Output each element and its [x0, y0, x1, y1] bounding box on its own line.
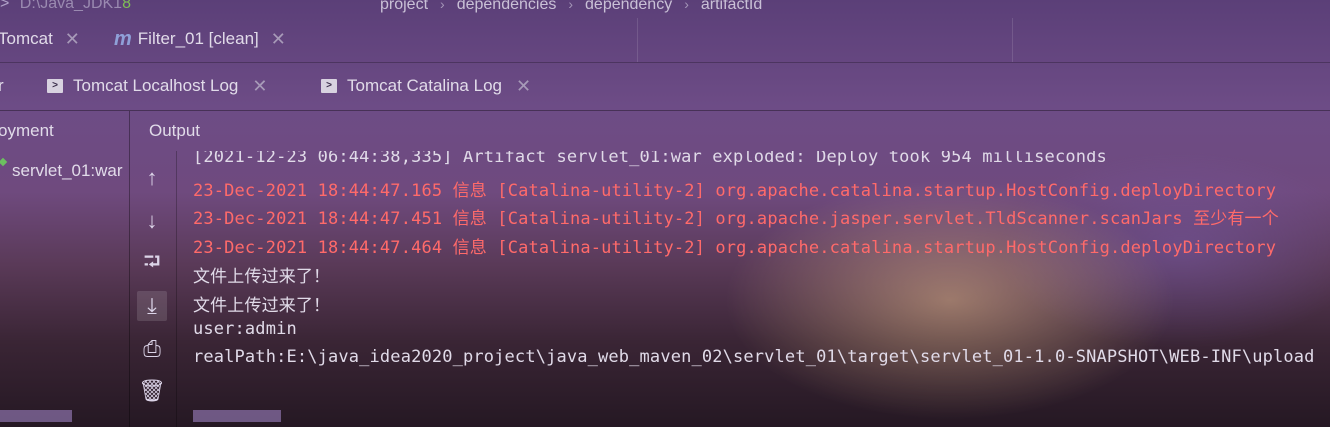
log-line: 23-Dec-2021 18:44:47.165 信息 [Catalina-ut…	[193, 181, 1277, 201]
scroll-up-icon: ↑	[146, 165, 158, 190]
breadcrumb-item-dependencies[interactable]: dependencies	[457, 0, 557, 13]
console-output[interactable]: [2021-12-23 06:44:38,335] Artifact servl…	[176, 151, 1330, 427]
terminal-icon: >	[47, 79, 63, 93]
deployed-status-icon	[0, 157, 8, 167]
log-line: realPath:E:\java_idea2020_project\java_w…	[193, 347, 1315, 367]
log-line: 文件上传过来了！	[193, 296, 331, 316]
breadcrumb-item-artifactid[interactable]: artifactId	[701, 0, 762, 13]
close-icon[interactable]: ✕	[271, 29, 286, 50]
divider	[1012, 18, 1013, 62]
log-line: 文件上传过来了！	[193, 267, 331, 287]
deployment-item[interactable]: servlet_01:war	[0, 157, 123, 181]
scroll-to-end-button[interactable]: ⤓	[137, 291, 167, 321]
log-line: 23-Dec-2021 18:44:47.451 信息 [Catalina-ut…	[193, 209, 1279, 229]
tab-server[interactable]: r	[0, 62, 4, 110]
maven-icon: m	[114, 27, 132, 50]
log-line: 23-Dec-2021 18:44:47.464 信息 [Catalina-ut…	[193, 238, 1277, 258]
terminal-icon: >	[321, 79, 337, 93]
divider	[637, 18, 638, 62]
tab-label: r	[0, 76, 4, 95]
close-icon[interactable]: ✕	[65, 29, 80, 50]
log-line: user:admin	[193, 319, 297, 339]
close-icon[interactable]: ✕	[252, 76, 267, 97]
tab-tomcat-localhost-log[interactable]: > Tomcat Localhost Log ✕	[47, 62, 267, 110]
tab-filter-01-clean[interactable]: m Filter_01 [clean] ✕	[114, 16, 286, 62]
chevron-right-icon: >	[0, 0, 10, 12]
deployment-title: oyment	[0, 121, 54, 140]
deployment-item-label: servlet_01:war	[12, 161, 123, 180]
project-path[interactable]: > D:\Java_JDK18	[0, 0, 131, 12]
tab-tomcat[interactable]: Tomcat ✕	[0, 16, 80, 62]
breadcrumb-item-dependency[interactable]: dependency	[585, 0, 672, 13]
print-icon: ⎙	[143, 336, 161, 361]
tab-label: Tomcat Catalina Log	[347, 76, 502, 95]
scroll-down-button[interactable]: ↓	[137, 206, 167, 236]
breadcrumb: project › dependencies › dependency › artifact…	[380, 0, 762, 13]
tab-label: Filter_01 [clean]	[137, 29, 259, 48]
breadcrumb-separator: ›	[440, 0, 445, 12]
log-line: [2021-12-23 06:44:38,335] Artifact servl…	[193, 151, 1107, 167]
output-pane: Output ↑ ↓ ⮒ ⤓ ⎙ 🗑 [2021-12-23 06:44:38,…	[130, 111, 1330, 427]
console-toolbar: ↑ ↓ ⮒ ⤓ ⎙ 🗑	[130, 151, 174, 427]
tab-label: Tomcat Localhost Log	[73, 76, 239, 95]
breadcrumb-separator: ›	[568, 0, 574, 12]
horizontal-scrollbar[interactable]	[0, 410, 72, 422]
deployment-pane: oyment servlet_01:war	[0, 111, 130, 427]
breadcrumb-item-project[interactable]: project	[380, 0, 428, 13]
print-button[interactable]: ⎙	[137, 334, 167, 364]
tab-label: Tomcat	[0, 29, 53, 48]
soft-wrap-icon: ⮒	[143, 249, 161, 274]
horizontal-scrollbar[interactable]	[193, 410, 281, 422]
soft-wrap-button[interactable]: ⮒	[137, 249, 167, 279]
scroll-up-button[interactable]: ↑	[137, 163, 167, 193]
output-title: Output	[149, 121, 201, 140]
project-path-num: 8	[122, 0, 131, 12]
breadcrumb-separator: ›	[684, 0, 689, 12]
scroll-to-end-icon: ⤓	[147, 293, 157, 318]
tab-tomcat-catalina-log[interactable]: > Tomcat Catalina Log ✕	[321, 62, 531, 110]
server-tabs: r > Tomcat Localhost Log ✕ > Tomcat Cata…	[0, 62, 1330, 111]
close-icon[interactable]: ✕	[516, 76, 531, 97]
clear-all-button[interactable]: 🗑	[137, 376, 167, 406]
project-path-text: D:\Java_JDK1	[19, 0, 123, 12]
top-bar: > D:\Java_JDK18 project › dependencies › dep…	[0, 0, 1330, 16]
trash-icon: 🗑	[138, 378, 166, 403]
scroll-down-icon: ↓	[146, 208, 158, 233]
run-tabs: Tomcat ✕ m Filter_01 [clean] ✕	[0, 16, 1330, 63]
